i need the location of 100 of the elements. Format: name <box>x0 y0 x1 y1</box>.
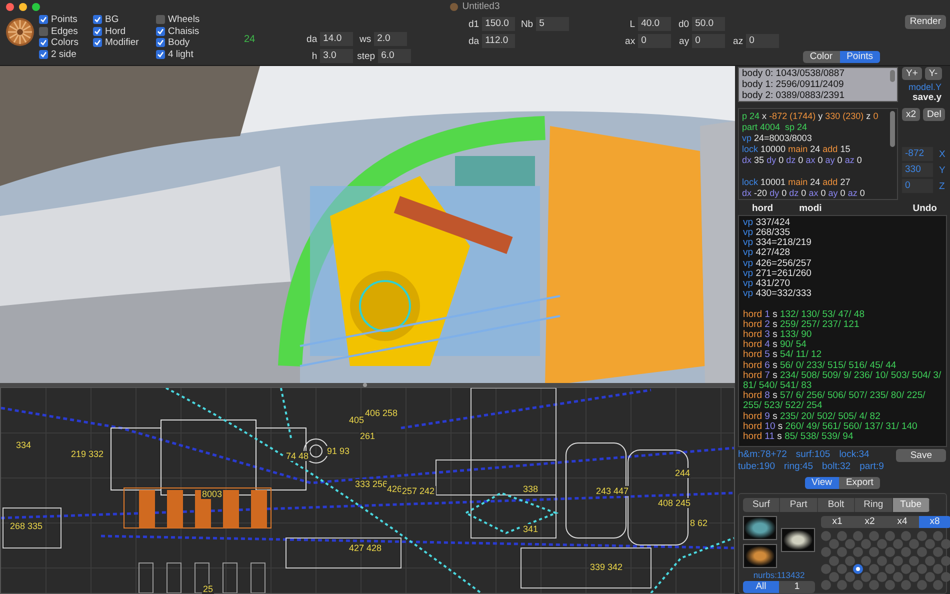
grid-dot[interactable] <box>861 556 871 566</box>
grid-dot[interactable] <box>893 572 903 582</box>
grid-dot[interactable] <box>837 531 847 541</box>
number-field[interactable]: 2.0 <box>374 32 408 46</box>
minimize-button[interactable] <box>19 2 27 10</box>
grid-dot[interactable] <box>909 572 919 582</box>
grid-dot[interactable] <box>909 556 919 566</box>
checkbox[interactable] <box>156 38 165 48</box>
render-button[interactable]: Render <box>904 15 946 29</box>
zoom-tab[interactable]: x8 <box>918 516 950 528</box>
grid-dot[interactable] <box>877 556 887 566</box>
header-button[interactable]: modi <box>799 202 822 214</box>
scrollbar-thumb[interactable] <box>890 70 895 82</box>
list-item[interactable]: body 2: 0389/0883/2391 <box>742 90 897 101</box>
grid-dot[interactable] <box>893 556 903 566</box>
axis-button[interactable]: Y+ <box>902 67 922 80</box>
grid-dot[interactable] <box>821 547 831 558</box>
grid-dot[interactable] <box>869 547 879 558</box>
grid-dot[interactable] <box>861 539 871 550</box>
number-field[interactable]: 0 <box>746 34 780 48</box>
grid-dot[interactable] <box>917 564 927 574</box>
grid-dot[interactable] <box>829 556 839 566</box>
view-tab[interactable]: View <box>804 477 839 489</box>
grid-dot[interactable] <box>941 539 950 550</box>
grid-dot[interactable] <box>837 564 847 574</box>
save-button[interactable]: Save <box>896 449 946 462</box>
close-button[interactable] <box>6 2 14 10</box>
scope-tab[interactable]: 1 <box>779 581 815 593</box>
grid-dot[interactable] <box>893 539 903 550</box>
grid-dot[interactable] <box>917 531 927 541</box>
grid-dot[interactable] <box>821 531 831 541</box>
grid-dot[interactable] <box>909 539 919 550</box>
grid-dot[interactable] <box>885 564 895 574</box>
number-field[interactable]: 6.0 <box>378 49 412 63</box>
checkbox[interactable] <box>156 50 165 59</box>
grid-dot[interactable] <box>925 539 935 550</box>
scrollbar-thumb[interactable] <box>890 111 895 147</box>
grid-dot[interactable] <box>885 580 895 590</box>
grid-dot[interactable] <box>853 580 863 590</box>
number-field[interactable]: 50.0 <box>692 17 726 31</box>
header-button[interactable]: hord <box>752 202 774 214</box>
mode-tab[interactable]: Points <box>840 51 880 63</box>
grid-dot[interactable] <box>933 564 943 574</box>
grid-dot[interactable] <box>901 547 911 558</box>
zoom-tab[interactable]: x1 <box>821 516 854 528</box>
grid-dot[interactable] <box>917 547 927 558</box>
grid-dot[interactable] <box>885 531 895 541</box>
zoom-tab[interactable]: x2 <box>854 516 886 528</box>
zoom-tab[interactable]: x4 <box>886 516 918 528</box>
grid-dot[interactable] <box>917 580 927 590</box>
grid-dot[interactable] <box>853 564 863 574</box>
grid-dot[interactable] <box>869 531 879 541</box>
grid-dot[interactable] <box>829 572 839 582</box>
number-field[interactable]: 150.0 <box>482 17 516 31</box>
number-field[interactable]: 3.0 <box>320 49 354 63</box>
number-field[interactable]: 112.0 <box>482 34 516 48</box>
grid-dot[interactable] <box>845 539 855 550</box>
number-field[interactable]: 5 <box>536 17 570 31</box>
grid-dot[interactable] <box>933 580 943 590</box>
grid-dot[interactable] <box>829 539 839 550</box>
scope-tab[interactable]: All <box>743 581 779 593</box>
checkbox[interactable] <box>39 50 48 59</box>
grid-dot[interactable] <box>925 556 935 566</box>
grid-dot[interactable] <box>877 539 887 550</box>
axis-button[interactable]: Y- <box>924 67 942 80</box>
grid-dot[interactable] <box>941 556 950 566</box>
grid-dot[interactable] <box>845 556 855 566</box>
action-button[interactable]: Del <box>923 108 946 121</box>
list-item[interactable]: body 1: 2596/0911/2409 <box>742 79 897 90</box>
checkbox[interactable] <box>39 38 48 48</box>
view-tab[interactable]: Export <box>838 477 880 489</box>
number-field[interactable]: 40.0 <box>638 17 672 31</box>
grid-dot[interactable] <box>821 580 831 590</box>
action-button[interactable]: x2 <box>902 108 920 121</box>
grid-dot[interactable] <box>901 531 911 541</box>
grid-dot[interactable] <box>933 531 943 541</box>
checkbox[interactable] <box>39 26 48 36</box>
header-button[interactable]: Undo <box>912 202 937 214</box>
checkbox[interactable] <box>93 15 102 24</box>
grid-dot[interactable] <box>925 572 935 582</box>
grid-dot[interactable] <box>821 564 831 574</box>
grid-dot[interactable] <box>837 547 847 558</box>
grid-dot[interactable] <box>837 580 847 590</box>
grid-dot[interactable] <box>853 531 863 541</box>
grid-dot[interactable] <box>853 547 863 558</box>
grid-dot[interactable] <box>845 572 855 582</box>
grid-dot[interactable] <box>933 547 943 558</box>
zoom-button[interactable] <box>32 2 40 10</box>
grid-dot[interactable] <box>901 580 911 590</box>
object-tab[interactable]: Surf <box>743 498 780 512</box>
grid-dot[interactable] <box>901 564 911 574</box>
grid-dot[interactable] <box>941 572 950 582</box>
number-field[interactable]: 0 <box>638 34 672 48</box>
checkbox[interactable] <box>93 26 102 36</box>
checkbox[interactable] <box>39 15 48 24</box>
mode-tab[interactable]: Color <box>802 51 840 63</box>
grid-dot[interactable] <box>869 564 879 574</box>
checkbox[interactable] <box>156 26 165 36</box>
checkbox[interactable] <box>93 38 102 48</box>
grid-dot[interactable] <box>861 572 871 582</box>
